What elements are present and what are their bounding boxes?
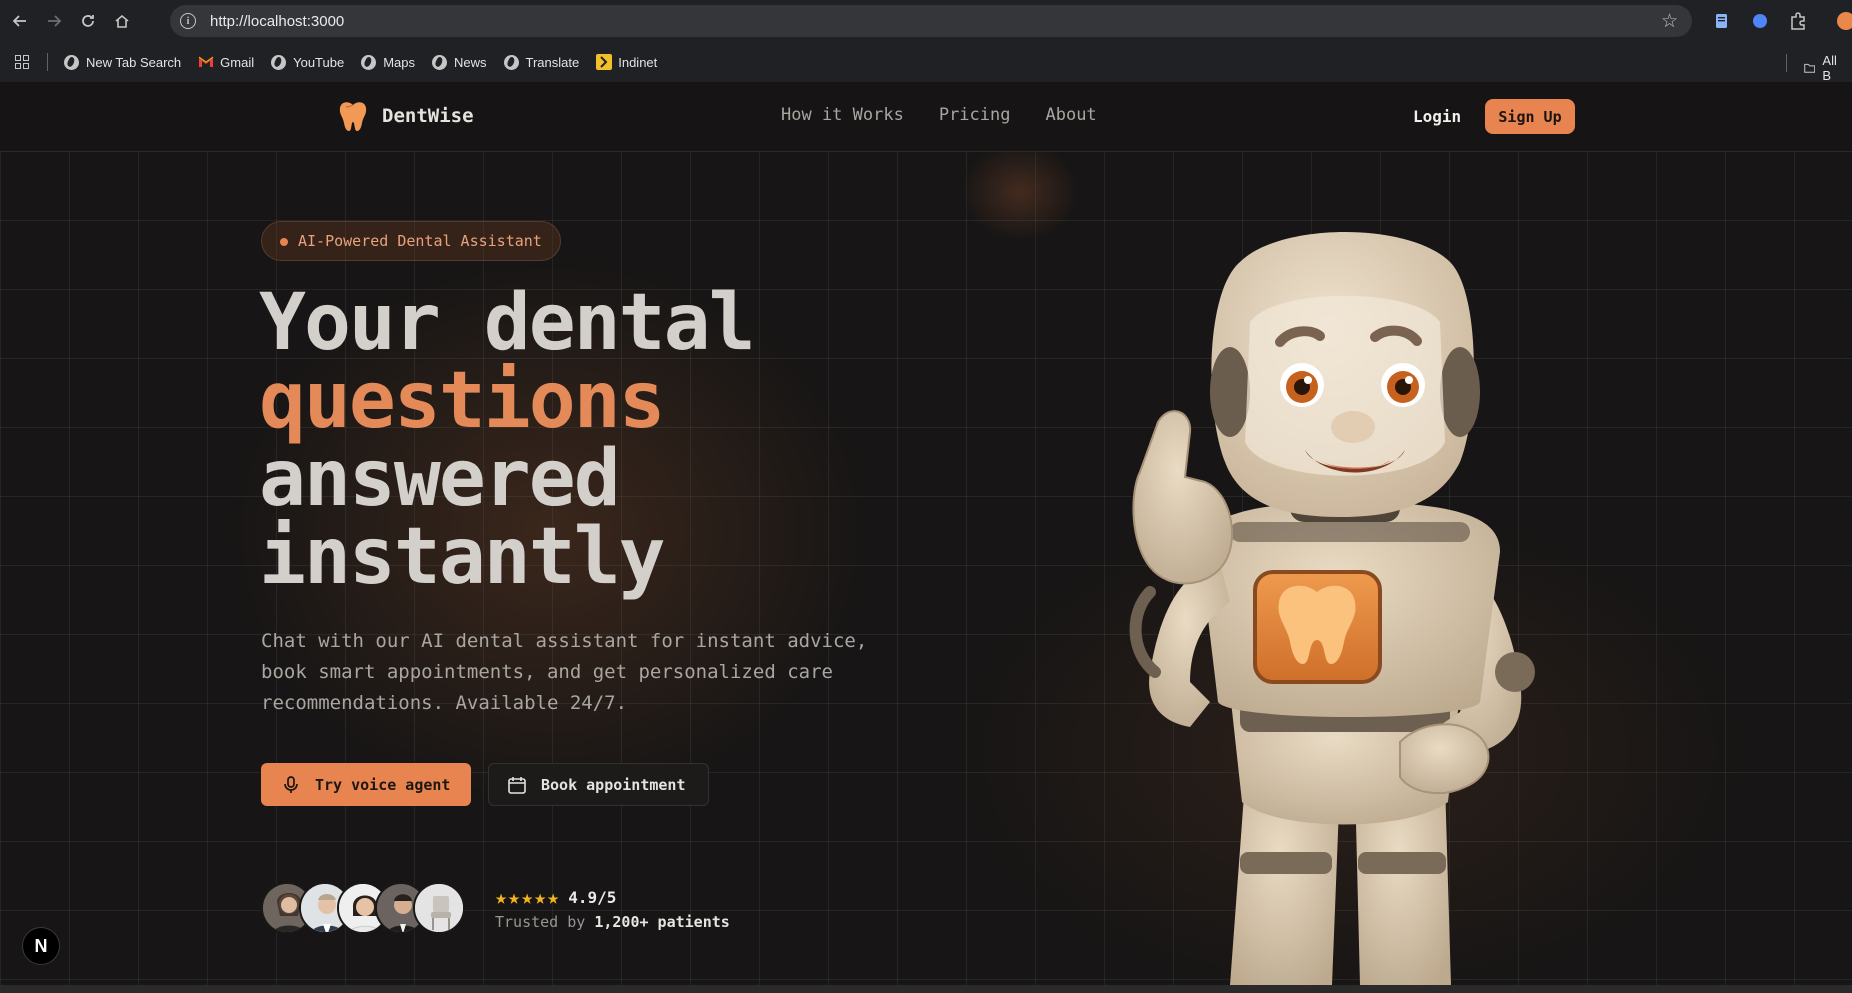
tooth-logo-icon <box>339 102 367 131</box>
headline-line-2: questions <box>259 356 666 446</box>
bookmark-new-tab-search[interactable]: New Tab Search <box>64 54 181 70</box>
headline-line-1: Your dental <box>259 278 756 368</box>
microphone-icon <box>284 775 298 793</box>
extension-icon-docs[interactable] <box>1712 11 1732 31</box>
globe-icon <box>64 54 79 70</box>
globe-icon <box>503 54 519 70</box>
trusted-count: 1,200+ patients <box>594 913 730 931</box>
site-header: DentWise How it Works Pricing About Logi… <box>0 82 1852 152</box>
globe-icon <box>271 54 287 70</box>
home-icon <box>115 14 129 28</box>
bookmarks-separator-right <box>1786 54 1787 72</box>
login-button[interactable]: Login <box>1413 107 1461 126</box>
bookmark-gmail[interactable]: Gmail <box>198 55 254 70</box>
apps-grid-icon[interactable] <box>15 55 29 69</box>
address-bar[interactable]: i http://localhost:3000 ☆ <box>170 5 1692 37</box>
nav-link-pricing[interactable]: Pricing <box>939 105 1011 125</box>
bookmark-news[interactable]: News <box>432 54 487 70</box>
nav-link-about[interactable]: About <box>1045 105 1096 125</box>
reload-icon <box>82 15 94 27</box>
url-text: http://localhost:3000 <box>210 12 345 30</box>
browser-toolbar: i http://localhost:3000 ☆ <box>0 0 1852 42</box>
rating-value: 4.9/5 <box>568 887 617 907</box>
avatar <box>413 882 465 934</box>
all-bookmarks[interactable]: All B <box>1804 53 1841 83</box>
book-appointment-label: Book appointment <box>541 775 686 794</box>
bookmark-indinet[interactable]: Indinet <box>596 54 657 70</box>
window-bottom-edge <box>0 985 1852 993</box>
hero-subtext: Chat with our AI dental assistant for in… <box>261 630 868 714</box>
robot-mascot-illustration <box>1129 232 1535 985</box>
book-appointment-button[interactable]: Book appointment <box>488 763 709 806</box>
forward-arrow-icon <box>48 15 62 27</box>
patient-avatars <box>261 882 471 934</box>
home-button[interactable] <box>108 7 136 35</box>
headline-line-3: answered <box>259 434 621 524</box>
bookmark-translate[interactable]: Translate <box>503 54 579 70</box>
try-voice-agent-label: Try voice agent <box>315 775 451 794</box>
hero-headline: Your dental questions answered instantly <box>259 278 756 602</box>
hero-badge: AI-Powered Dental Assistant <box>261 221 561 261</box>
extensions-puzzle-icon[interactable] <box>1788 11 1808 31</box>
bookmarks-separator <box>47 53 48 71</box>
rating-stars: ★★★★★ <box>495 885 561 909</box>
try-voice-agent-button[interactable]: Try voice agent <box>261 763 471 806</box>
back-button[interactable] <box>6 7 34 35</box>
brand-logo[interactable]: DentWise <box>338 100 474 132</box>
bookmark-maps[interactable]: Maps <box>361 54 415 70</box>
globe-icon <box>432 54 447 70</box>
bookmark-youtube[interactable]: YouTube <box>271 54 344 70</box>
calendar-icon <box>508 776 526 794</box>
gmail-icon <box>198 56 214 67</box>
extension-icon-circle[interactable] <box>1750 11 1770 31</box>
nextjs-dev-badge[interactable]: N <box>22 927 60 965</box>
back-arrow-icon <box>12 15 26 27</box>
nav-link-how-it-works[interactable]: How it Works <box>781 105 904 125</box>
trusted-by-text: Trusted by 1,200+ patients <box>495 913 730 931</box>
rating-row: ★★★★★ 4.9/5 <box>495 885 616 909</box>
reload-button[interactable] <box>74 7 102 35</box>
signup-button[interactable]: Sign Up <box>1485 99 1575 134</box>
site-info-icon[interactable]: i <box>180 13 196 29</box>
indinet-icon <box>596 54 613 70</box>
page-viewport: DentWise How it Works Pricing About Logi… <box>0 82 1852 985</box>
bookmark-star-icon[interactable]: ☆ <box>1661 10 1678 33</box>
brand-name: DentWise <box>382 105 474 127</box>
main-nav: How it Works Pricing About <box>781 105 1132 125</box>
forward-button[interactable] <box>40 7 68 35</box>
profile-avatar[interactable] <box>1836 11 1852 31</box>
bookmarks-bar: New Tab Search Gmail YouTube Maps News T… <box>0 42 1852 83</box>
headline-line-4: instantly <box>259 512 666 602</box>
globe-icon <box>361 54 377 70</box>
folder-icon <box>1804 63 1816 73</box>
